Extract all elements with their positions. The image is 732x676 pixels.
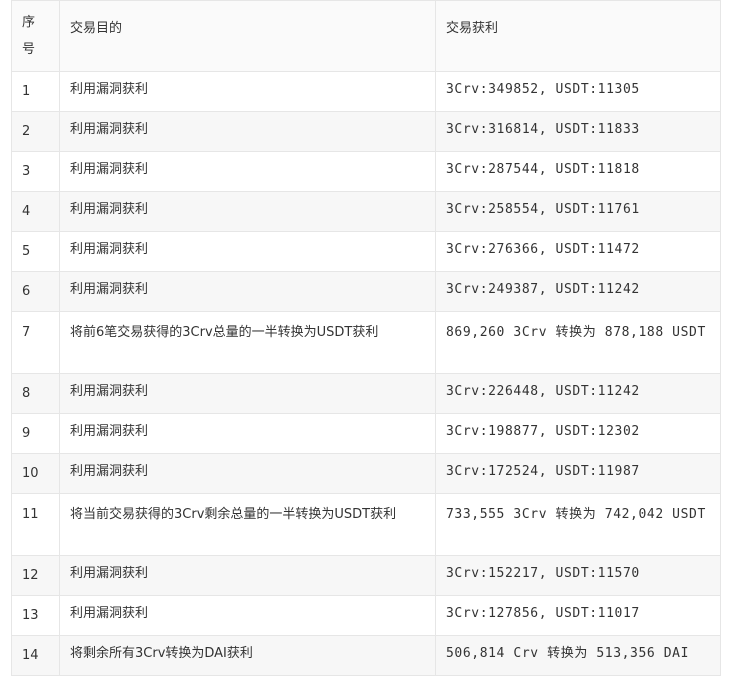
row-index: 8 [11, 373, 60, 414]
row-purpose: 利用漏洞获利 [59, 595, 436, 636]
row-purpose: 利用漏洞获利 [59, 151, 436, 192]
row-purpose: 将前6笔交易获得的3Crv总量的一半转换为USDT获利 [59, 311, 436, 374]
profit-table-container: 序号 交易目的 交易获利 1 利用漏洞获利 3Crv:349852, USDT:… [11, 0, 721, 676]
header-row: 序号 交易目的 交易获利 [11, 0, 721, 72]
row-profit: 3Crv:249387, USDT:11242 [435, 271, 721, 312]
row-profit: 3Crv:258554, USDT:11761 [435, 191, 721, 232]
row-purpose: 利用漏洞获利 [59, 271, 436, 312]
table-row: 9 利用漏洞获利 3Crv:198877, USDT:12302 [11, 413, 721, 454]
table-row: 12 利用漏洞获利 3Crv:152217, USDT:11570 [11, 555, 721, 596]
table-row: 11 将当前交易获得的3Crv剩余总量的一半转换为USDT获利 733,555 … [11, 493, 721, 556]
table-row: 14 将剩余所有3Crv转换为DAI获利 506,814 Crv 转换为 513… [11, 635, 721, 676]
row-profit: 3Crv:198877, USDT:12302 [435, 413, 721, 454]
header-purpose: 交易目的 [59, 0, 436, 72]
row-profit: 3Crv:152217, USDT:11570 [435, 555, 721, 596]
row-purpose: 利用漏洞获利 [59, 191, 436, 232]
table-row: 8 利用漏洞获利 3Crv:226448, USDT:11242 [11, 373, 721, 414]
row-index: 14 [11, 635, 60, 676]
row-index: 2 [11, 111, 60, 152]
row-purpose: 将剩余所有3Crv转换为DAI获利 [59, 635, 436, 676]
row-profit: 506,814 Crv 转换为 513,356 DAI [435, 635, 721, 676]
row-index: 5 [11, 231, 60, 272]
row-index: 6 [11, 271, 60, 312]
profit-table: 序号 交易目的 交易获利 1 利用漏洞获利 3Crv:349852, USDT:… [11, 0, 721, 676]
table-row: 2 利用漏洞获利 3Crv:316814, USDT:11833 [11, 111, 721, 152]
table-row: 3 利用漏洞获利 3Crv:287544, USDT:11818 [11, 151, 721, 192]
row-index: 4 [11, 191, 60, 232]
row-profit: 3Crv:172524, USDT:11987 [435, 453, 721, 494]
row-index: 7 [11, 311, 60, 374]
row-profit: 3Crv:287544, USDT:11818 [435, 151, 721, 192]
table-row: 7 将前6笔交易获得的3Crv总量的一半转换为USDT获利 869,260 3C… [11, 311, 721, 374]
row-purpose: 利用漏洞获利 [59, 111, 436, 152]
header-profit: 交易获利 [435, 0, 721, 72]
row-profit: 869,260 3Crv 转换为 878,188 USDT [435, 311, 721, 374]
row-profit: 3Crv:226448, USDT:11242 [435, 373, 721, 414]
table-row: 13 利用漏洞获利 3Crv:127856, USDT:11017 [11, 595, 721, 636]
row-index: 10 [11, 453, 60, 494]
table-row: 4 利用漏洞获利 3Crv:258554, USDT:11761 [11, 191, 721, 232]
table-body: 1 利用漏洞获利 3Crv:349852, USDT:11305 2 利用漏洞获… [11, 71, 721, 676]
row-index: 9 [11, 413, 60, 454]
table-row: 10 利用漏洞获利 3Crv:172524, USDT:11987 [11, 453, 721, 494]
table-row: 6 利用漏洞获利 3Crv:249387, USDT:11242 [11, 271, 721, 312]
row-purpose: 利用漏洞获利 [59, 373, 436, 414]
row-index: 13 [11, 595, 60, 636]
row-index: 1 [11, 71, 60, 112]
row-profit: 3Crv:316814, USDT:11833 [435, 111, 721, 152]
table-header: 序号 交易目的 交易获利 [11, 0, 721, 72]
row-purpose: 利用漏洞获利 [59, 453, 436, 494]
row-purpose: 将当前交易获得的3Crv剩余总量的一半转换为USDT获利 [59, 493, 436, 556]
row-purpose: 利用漏洞获利 [59, 71, 436, 112]
row-index: 3 [11, 151, 60, 192]
row-profit: 3Crv:127856, USDT:11017 [435, 595, 721, 636]
row-profit: 3Crv:276366, USDT:11472 [435, 231, 721, 272]
table-row: 5 利用漏洞获利 3Crv:276366, USDT:11472 [11, 231, 721, 272]
row-index: 11 [11, 493, 60, 556]
row-purpose: 利用漏洞获利 [59, 555, 436, 596]
row-purpose: 利用漏洞获利 [59, 231, 436, 272]
row-profit: 733,555 3Crv 转换为 742,042 USDT [435, 493, 721, 556]
header-index: 序号 [11, 0, 60, 72]
table-row: 1 利用漏洞获利 3Crv:349852, USDT:11305 [11, 71, 721, 112]
row-profit: 3Crv:349852, USDT:11305 [435, 71, 721, 112]
row-purpose: 利用漏洞获利 [59, 413, 436, 454]
row-index: 12 [11, 555, 60, 596]
